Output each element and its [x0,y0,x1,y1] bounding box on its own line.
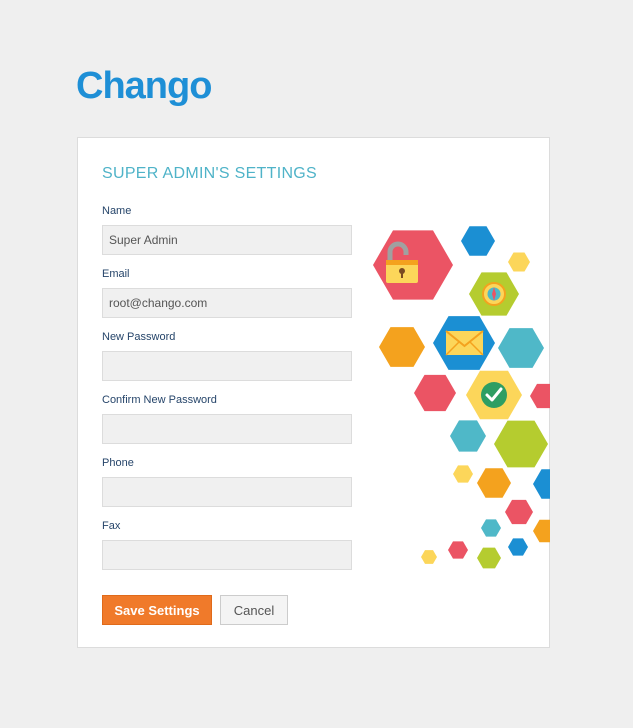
settings-card: SUPER ADMIN'S SETTINGS Name Email New Pa… [77,137,550,648]
confirm-password-field[interactable] [102,414,352,444]
cancel-button[interactable]: Cancel [220,595,288,625]
email-field[interactable] [102,288,352,318]
new-password-label: New Password [102,331,176,343]
name-label: Name [102,205,132,217]
compass-icon [482,282,506,306]
email-label: Email [102,268,130,280]
phone-field[interactable] [102,477,352,507]
hexagon-illustration [368,218,550,578]
checkmark-icon [481,382,507,408]
name-field[interactable] [102,225,352,255]
chango-logo: Chango [76,65,212,107]
new-password-field[interactable] [102,351,352,381]
fax-field[interactable] [102,540,352,570]
confirm-password-label: Confirm New Password [102,394,217,406]
phone-label: Phone [102,457,134,469]
envelope-icon [445,330,484,356]
fax-label: Fax [102,520,121,532]
page-title: SUPER ADMIN'S SETTINGS [102,165,318,182]
save-settings-button[interactable]: Save Settings [102,595,212,625]
